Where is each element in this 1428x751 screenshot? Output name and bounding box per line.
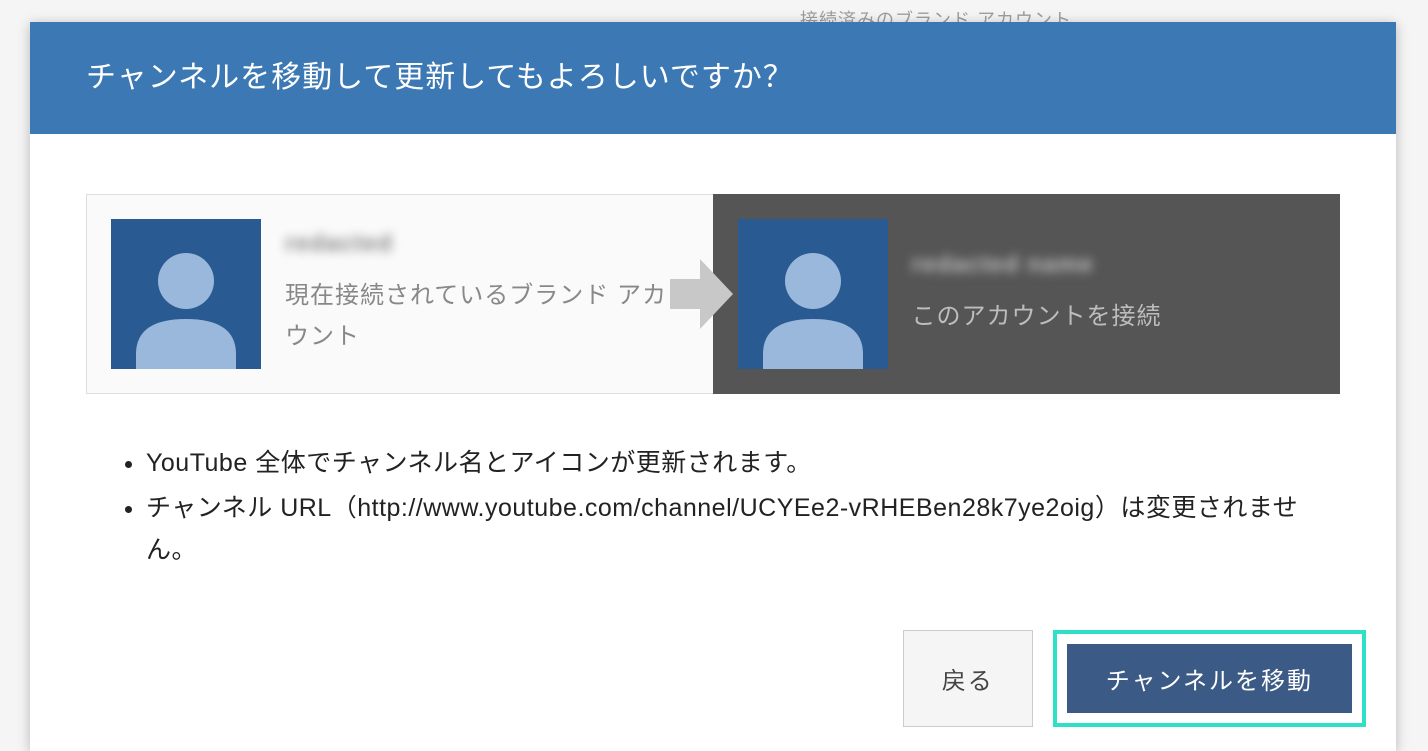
- source-account-name-redacted: redacted: [285, 230, 689, 258]
- arrow-icon: [665, 254, 735, 334]
- source-account-card: redacted 現在接続されているブランド アカウント: [86, 194, 713, 394]
- person-icon: [753, 239, 873, 369]
- accounts-row: redacted 現在接続されているブランド アカウント redacted: [86, 194, 1340, 394]
- back-button[interactable]: 戻る: [903, 630, 1033, 727]
- target-account-text: redacted name このアカウントを接続: [912, 251, 1316, 338]
- dialog-footer: 戻る チャンネルを移動: [30, 604, 1396, 751]
- dialog-body: redacted 現在接続されているブランド アカウント redacted: [30, 134, 1396, 604]
- target-account-name-redacted: redacted name: [912, 251, 1316, 279]
- info-item-2-prefix: チャンネル URL（: [146, 494, 357, 522]
- dialog-title: チャンネルを移動して更新してもよろしいですか？: [30, 22, 1396, 134]
- channel-url: http://www.youtube.com/channel/UCYEe2-vR…: [357, 494, 1095, 522]
- primary-button-highlight: チャンネルを移動: [1053, 630, 1366, 727]
- target-avatar: [738, 219, 888, 369]
- move-channel-button[interactable]: チャンネルを移動: [1067, 644, 1352, 713]
- info-list: YouTube 全体でチャンネル名とアイコンが更新されます。 チャンネル URL…: [86, 442, 1340, 572]
- info-item-2: チャンネル URL（http://www.youtube.com/channel…: [146, 487, 1340, 572]
- source-account-text: redacted 現在接続されているブランド アカウント: [285, 230, 689, 358]
- source-avatar: [111, 219, 261, 369]
- info-item-1: YouTube 全体でチャンネル名とアイコンが更新されます。: [146, 442, 1340, 485]
- person-icon: [126, 239, 246, 369]
- target-account-card: redacted name このアカウントを接続: [713, 194, 1341, 394]
- confirm-move-dialog: チャンネルを移動して更新してもよろしいですか？ redacted 現在接続されて…: [30, 22, 1396, 751]
- target-account-description: このアカウントを接続: [912, 297, 1316, 338]
- source-account-description: 現在接続されているブランド アカウント: [285, 276, 689, 358]
